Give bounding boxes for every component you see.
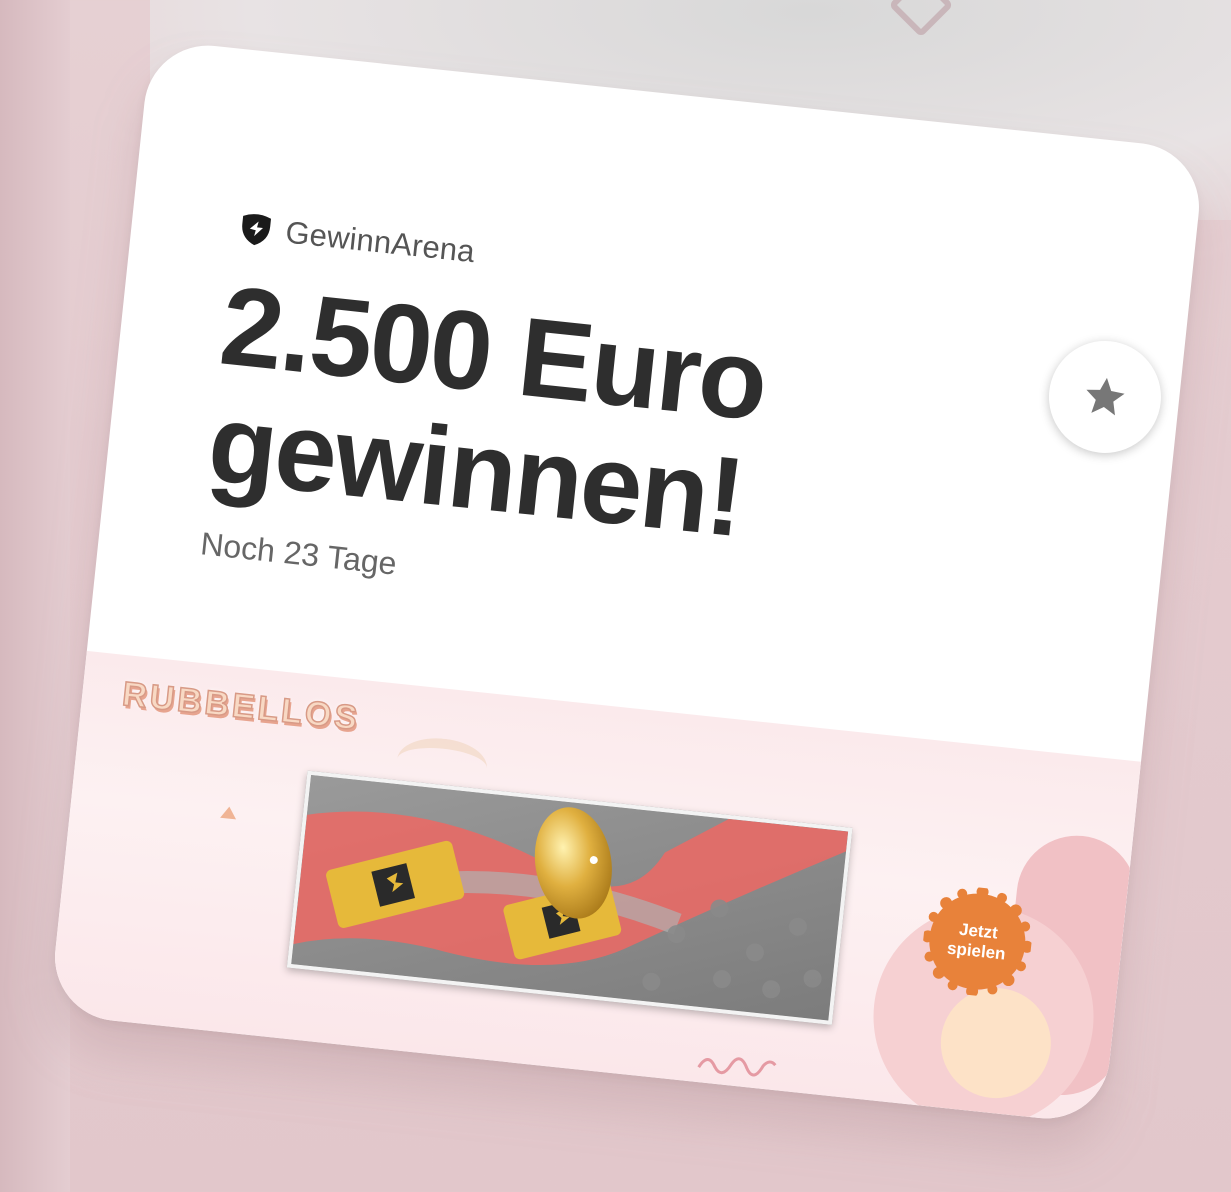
- contest-title: 2.500 Euro gewinnen!: [203, 263, 984, 581]
- decor-squiggle: [697, 1057, 777, 1077]
- gewinnarena-logo-icon: [242, 214, 272, 246]
- brand: GewinnArena: [236, 209, 477, 270]
- scratch-ticket-image: [286, 770, 853, 1025]
- play-now-button[interactable]: Jetzt spielen: [918, 882, 1037, 1001]
- rubbellos-title: RUBBELLOS: [120, 674, 363, 738]
- brand-name: GewinnArena: [283, 214, 477, 270]
- favorite-button[interactable]: [1043, 335, 1167, 459]
- contest-card[interactable]: GewinnArena 2.500 Euro gewinnen! Noch 23…: [48, 39, 1206, 1125]
- decor-triangle: [220, 805, 238, 820]
- star-icon: [1086, 377, 1125, 416]
- remaining-days: Noch 23 Tage: [198, 525, 399, 582]
- play-now-label: Jetzt spielen: [946, 919, 1007, 964]
